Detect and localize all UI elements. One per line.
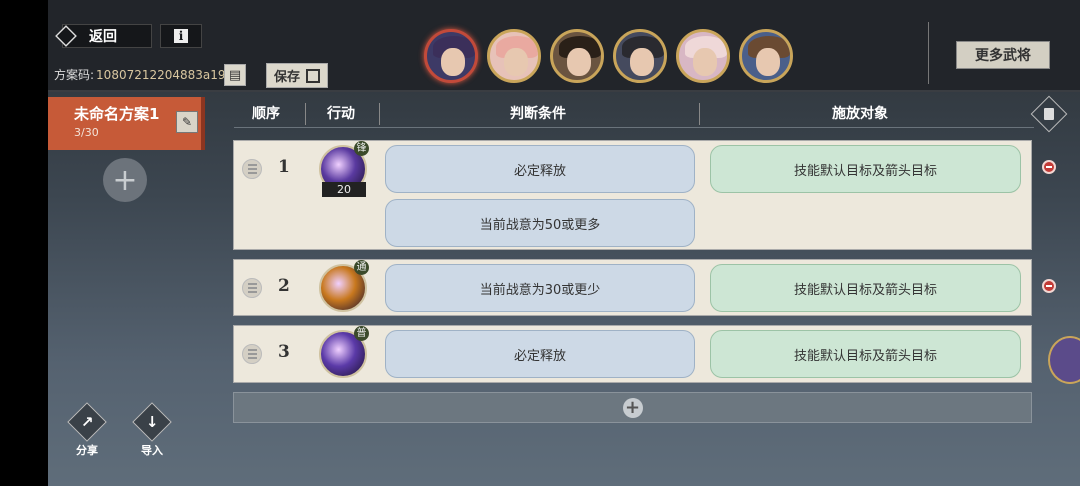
divider bbox=[928, 22, 929, 84]
strategy-editor: 返回 i 方案码: 10807212204883a19 ▤ 保存 更多武将 未命… bbox=[48, 0, 1080, 486]
row-number: 2 bbox=[278, 276, 290, 296]
general-portrait[interactable] bbox=[487, 29, 541, 83]
condition-pill[interactable]: 必定释放 bbox=[385, 330, 695, 378]
share-icon: ↗ bbox=[67, 402, 107, 442]
plan-code-label: 方案码: bbox=[54, 68, 95, 82]
plan-code: 方案码: 10807212204883a19 bbox=[54, 66, 226, 83]
save-label: 保存 bbox=[273, 70, 300, 85]
action-row: 1 锋 20 必定释放当前战意为50或更多 技能默认目标及箭头目标 bbox=[233, 140, 1032, 250]
row-number: 1 bbox=[278, 157, 290, 177]
header-target: 施放对象 bbox=[832, 106, 888, 122]
more-generals-button[interactable]: 更多武将 bbox=[956, 41, 1050, 69]
header-separator bbox=[379, 103, 380, 125]
info-button[interactable]: i bbox=[160, 24, 202, 48]
save-icon bbox=[306, 68, 320, 83]
skill-icon[interactable]: 普 bbox=[319, 326, 369, 378]
drag-handle-icon[interactable] bbox=[242, 344, 262, 364]
skill-type-badge: 通 bbox=[354, 260, 369, 275]
action-row: 3 普 必定释放 技能默认目标及箭头目标 bbox=[233, 325, 1032, 383]
target-pill[interactable]: 技能默认目标及箭头目标 bbox=[710, 330, 1021, 378]
general-portrait[interactable] bbox=[424, 29, 478, 83]
skill-cost: 20 bbox=[322, 182, 366, 197]
pencil-icon: ✎ bbox=[181, 115, 193, 129]
skill-type-badge: 普 bbox=[354, 326, 369, 341]
minus-icon bbox=[1046, 285, 1052, 287]
drag-handle-icon[interactable] bbox=[242, 159, 262, 179]
portrait-face bbox=[504, 48, 528, 76]
trash-icon bbox=[1044, 108, 1054, 120]
import-button[interactable]: ↓ 导入 bbox=[127, 402, 177, 458]
back-label: 返回 bbox=[89, 29, 117, 45]
save-button[interactable]: 保存 bbox=[266, 63, 328, 88]
portrait-face bbox=[756, 48, 780, 76]
condition-pill[interactable]: 当前战意为50或更多 bbox=[385, 199, 695, 247]
share-label: 分享 bbox=[76, 444, 98, 457]
back-arrow-icon bbox=[55, 25, 77, 47]
copy-code-button[interactable]: ▤ bbox=[224, 64, 246, 86]
remove-row-button[interactable] bbox=[1042, 160, 1056, 174]
condition-pill[interactable]: 当前战意为30或更少 bbox=[385, 264, 695, 312]
portrait-face bbox=[693, 48, 717, 76]
target-pill[interactable]: 技能默认目标及箭头目标 bbox=[710, 145, 1021, 193]
top-bar: 返回 i 方案码: 10807212204883a19 ▤ 保存 更多武将 bbox=[48, 0, 1080, 92]
add-plan-button[interactable]: + bbox=[103, 158, 147, 202]
header-order: 顺序 bbox=[252, 106, 280, 122]
general-portrait[interactable] bbox=[739, 29, 793, 83]
general-portrait[interactable] bbox=[676, 29, 730, 83]
drag-handle-icon[interactable] bbox=[242, 278, 262, 298]
add-action-button[interactable]: + bbox=[233, 392, 1032, 423]
general-portrait[interactable] bbox=[613, 29, 667, 83]
portrait-face bbox=[441, 48, 465, 76]
share-button[interactable]: ↗ 分享 bbox=[62, 402, 112, 458]
header-underline bbox=[234, 127, 1034, 128]
copy-icon: ▤ bbox=[228, 67, 242, 83]
general-portraits bbox=[424, 29, 793, 83]
portrait-face bbox=[630, 48, 654, 76]
row-number: 3 bbox=[278, 342, 290, 362]
portrait-face bbox=[567, 48, 591, 76]
target-pill[interactable]: 技能默认目标及箭头目标 bbox=[710, 264, 1021, 312]
back-button[interactable]: 返回 bbox=[55, 24, 152, 48]
skill-icon[interactable]: 通 bbox=[319, 260, 369, 312]
import-label: 导入 bbox=[141, 444, 163, 457]
header-separator bbox=[305, 103, 306, 125]
floating-avatar-button[interactable] bbox=[1048, 336, 1080, 384]
import-icon: ↓ bbox=[132, 402, 172, 442]
minus-icon bbox=[1046, 166, 1052, 168]
condition-pill[interactable]: 必定释放 bbox=[385, 145, 695, 193]
action-row: 2 通 当前战意为30或更少 技能默认目标及箭头目标 bbox=[233, 259, 1032, 316]
skill-type-badge: 锋 bbox=[354, 141, 369, 156]
plus-icon: + bbox=[112, 162, 138, 198]
general-portrait[interactable] bbox=[550, 29, 604, 83]
header-action: 行动 bbox=[327, 106, 355, 122]
plus-icon: + bbox=[622, 397, 643, 418]
plan-tab[interactable]: 未命名方案1 3/30 ✎ bbox=[48, 97, 205, 150]
plan-code-value: 10807212204883a19 bbox=[96, 67, 226, 82]
header-separator bbox=[699, 103, 700, 125]
header-condition: 判断条件 bbox=[510, 106, 566, 122]
info-icon: i bbox=[174, 29, 188, 43]
delete-plan-button[interactable] bbox=[1030, 95, 1068, 133]
remove-row-button[interactable] bbox=[1042, 279, 1056, 293]
edit-name-button[interactable]: ✎ bbox=[176, 111, 198, 133]
